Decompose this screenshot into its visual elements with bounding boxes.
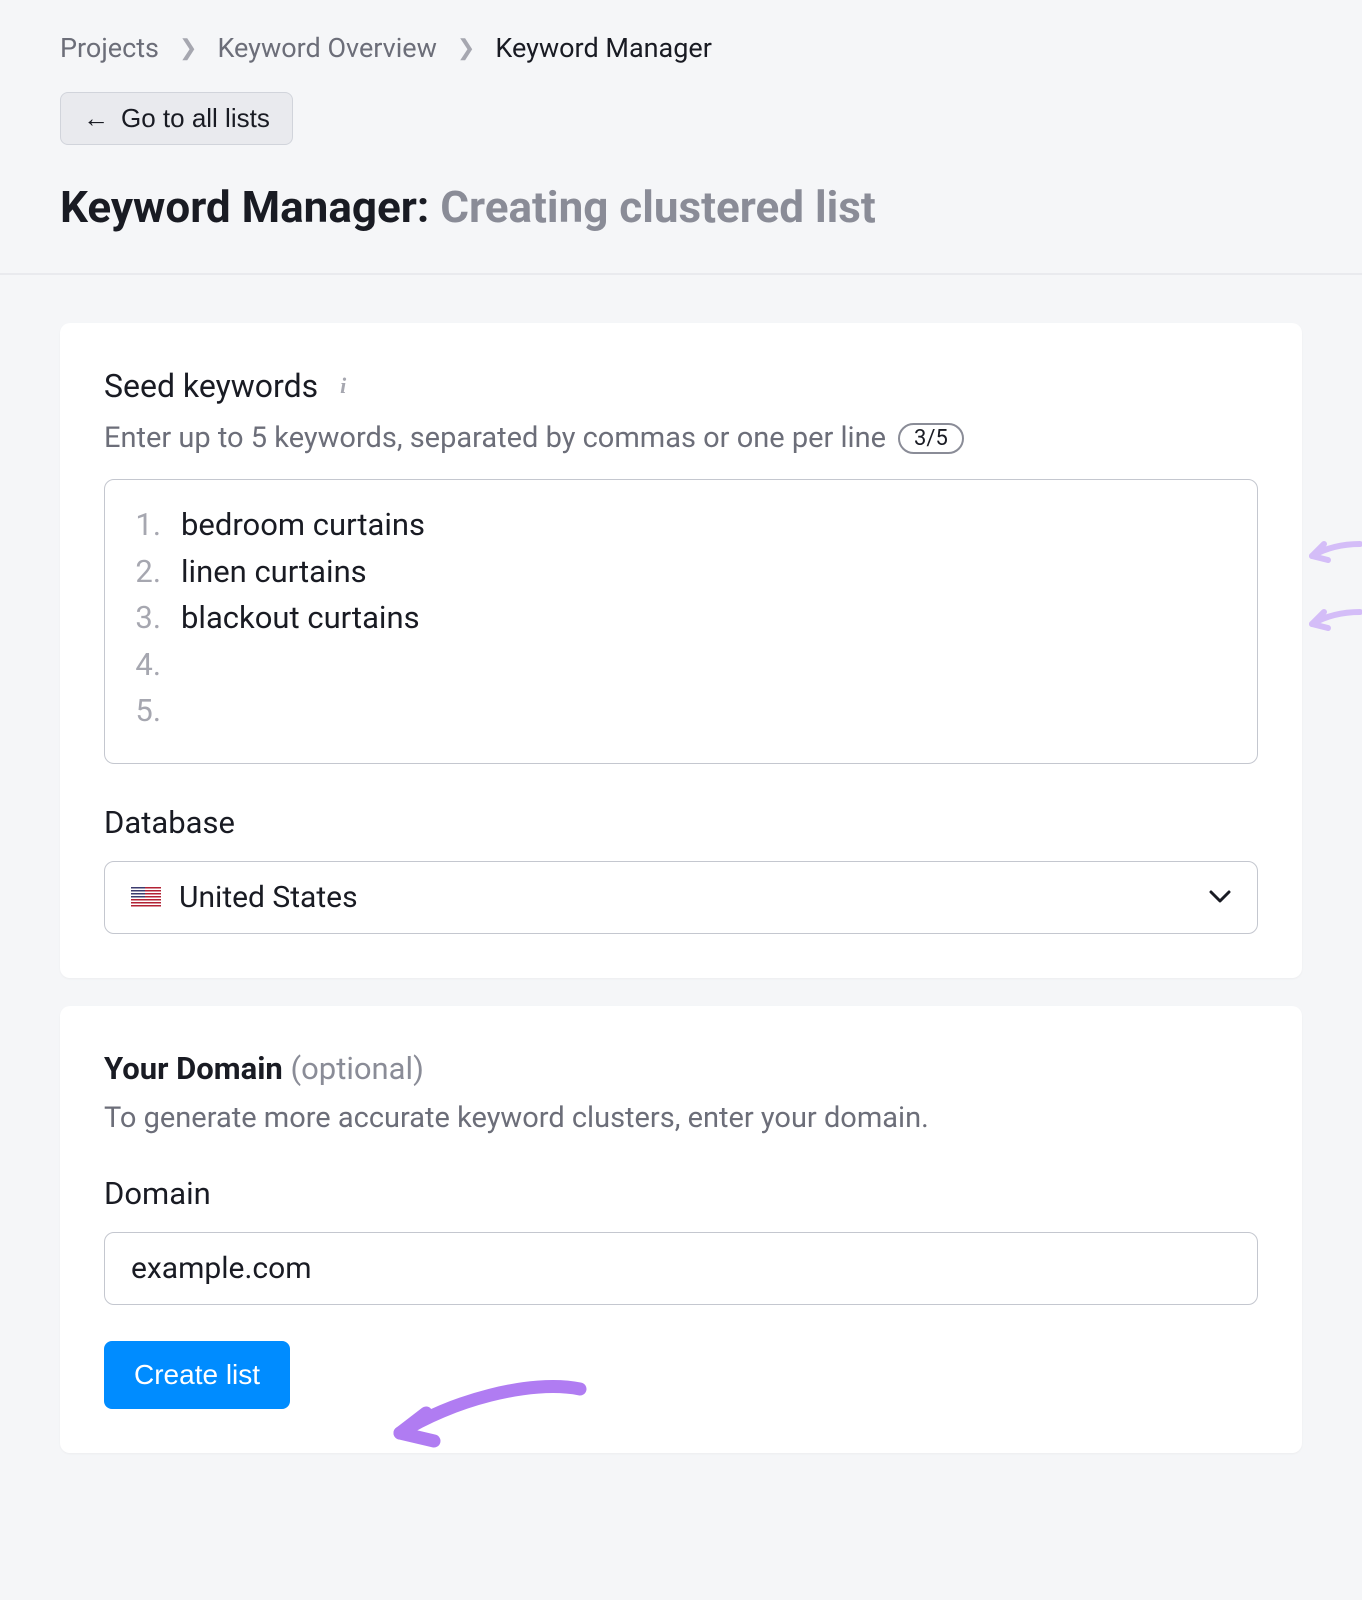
keyword-row: 1. bedroom curtains — [133, 502, 1229, 549]
domain-card: Your Domain (optional) To generate more … — [60, 1006, 1302, 1453]
domain-input-value: example.com — [131, 1251, 312, 1286]
info-icon[interactable]: i — [332, 375, 354, 397]
seed-keywords-card: Seed keywords i Enter up to 5 keywords, … — [60, 323, 1302, 978]
us-flag-icon — [131, 887, 161, 907]
breadcrumb-projects[interactable]: Projects — [60, 32, 159, 64]
keyword-row: 5. — [133, 688, 1229, 735]
domain-label: Domain — [104, 1175, 1258, 1212]
seed-keywords-input[interactable]: 1. bedroom curtains 2. linen curtains 3.… — [104, 479, 1258, 764]
seed-keywords-heading: Seed keywords — [104, 367, 318, 405]
arrow-left-icon: ← — [83, 103, 109, 134]
back-button-label: Go to all lists — [121, 103, 270, 134]
keyword-count-badge: 3/5 — [898, 423, 964, 454]
keyword-row: 3. blackout curtains — [133, 595, 1229, 642]
database-label: Database — [104, 804, 1258, 841]
database-select[interactable]: United States — [104, 861, 1258, 934]
breadcrumb-current: Keyword Manager — [495, 32, 712, 64]
create-list-button[interactable]: Create list — [104, 1341, 290, 1409]
breadcrumb-keyword-overview[interactable]: Keyword Overview — [217, 32, 436, 64]
your-domain-heading: Your Domain (optional) — [104, 1050, 1258, 1087]
keyword-row: 4. — [133, 642, 1229, 689]
chevron-right-icon: ❯ — [457, 36, 475, 61]
domain-hint: To generate more accurate keyword cluste… — [104, 1101, 1258, 1135]
annotation-arrow-icon — [380, 1371, 590, 1461]
keyword-row: 2. linen curtains — [133, 549, 1229, 596]
domain-input[interactable]: example.com — [104, 1232, 1258, 1305]
seed-keywords-hint: Enter up to 5 keywords, separated by com… — [104, 421, 886, 455]
database-selected-value: United States — [179, 880, 358, 915]
chevron-right-icon: ❯ — [179, 36, 197, 61]
breadcrumb: Projects ❯ Keyword Overview ❯ Keyword Ma… — [60, 32, 1302, 64]
go-to-all-lists-button[interactable]: ← Go to all lists — [60, 92, 293, 145]
divider — [0, 273, 1362, 275]
page-title: Keyword Manager: Creating clustered list — [60, 181, 1302, 233]
chevron-down-icon — [1209, 885, 1231, 910]
